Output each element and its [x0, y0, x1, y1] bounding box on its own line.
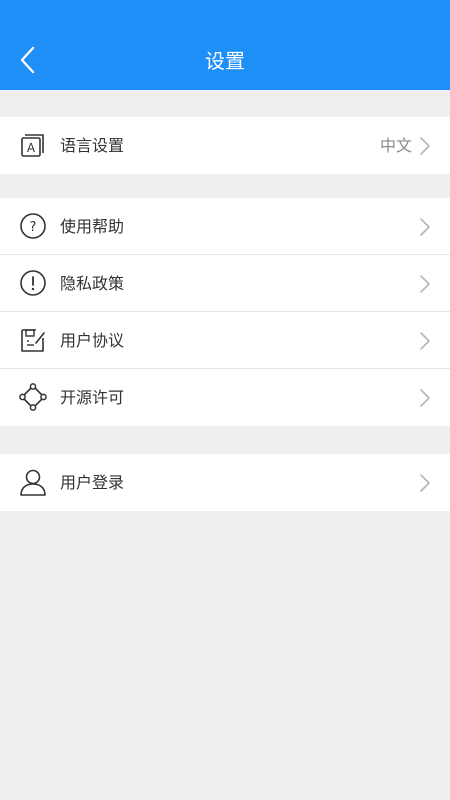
settings-item-value: 中文 [379, 136, 412, 155]
settings-item-label: 语言设置 [60, 136, 125, 155]
settings-group-info: ? 使用帮助 隐私政策 用户协议 开源许可 [0, 198, 450, 426]
chevron-right-icon [420, 218, 430, 236]
help-icon: ? [20, 213, 46, 239]
app-header: 设置 [0, 0, 450, 90]
settings-item-label: 隐私政策 [60, 274, 125, 293]
settings-item-language[interactable]: A 语言设置 中文 [0, 117, 450, 174]
settings-item-label: 开源许可 [60, 388, 125, 407]
settings-group-account: 用户登录 [0, 454, 450, 511]
chevron-right-icon [420, 389, 430, 407]
chevron-right-icon [420, 275, 430, 293]
chevron-right-icon [420, 137, 430, 155]
privacy-icon [20, 270, 46, 296]
svg-text:?: ? [30, 220, 37, 235]
settings-item-privacy[interactable]: 隐私政策 [0, 255, 450, 312]
settings-item-agreement[interactable]: 用户协议 [0, 312, 450, 369]
settings-item-login[interactable]: 用户登录 [0, 454, 450, 511]
chevron-right-icon [420, 332, 430, 350]
open-source-icon [19, 383, 47, 411]
agreement-icon [21, 329, 45, 352]
language-icon: A [21, 134, 44, 157]
settings-item-label: 用户协议 [60, 331, 125, 350]
settings-item-help[interactable]: ? 使用帮助 [0, 198, 450, 255]
settings-group-language: A 语言设置 中文 [0, 117, 450, 174]
chevron-right-icon [420, 474, 430, 492]
svg-text:A: A [27, 141, 36, 155]
user-icon [20, 469, 46, 496]
page-title: 设置 [205, 49, 245, 73]
settings-item-open-source[interactable]: 开源许可 [0, 369, 450, 426]
settings-item-label: 用户登录 [60, 473, 125, 492]
settings-item-label: 使用帮助 [60, 217, 125, 236]
